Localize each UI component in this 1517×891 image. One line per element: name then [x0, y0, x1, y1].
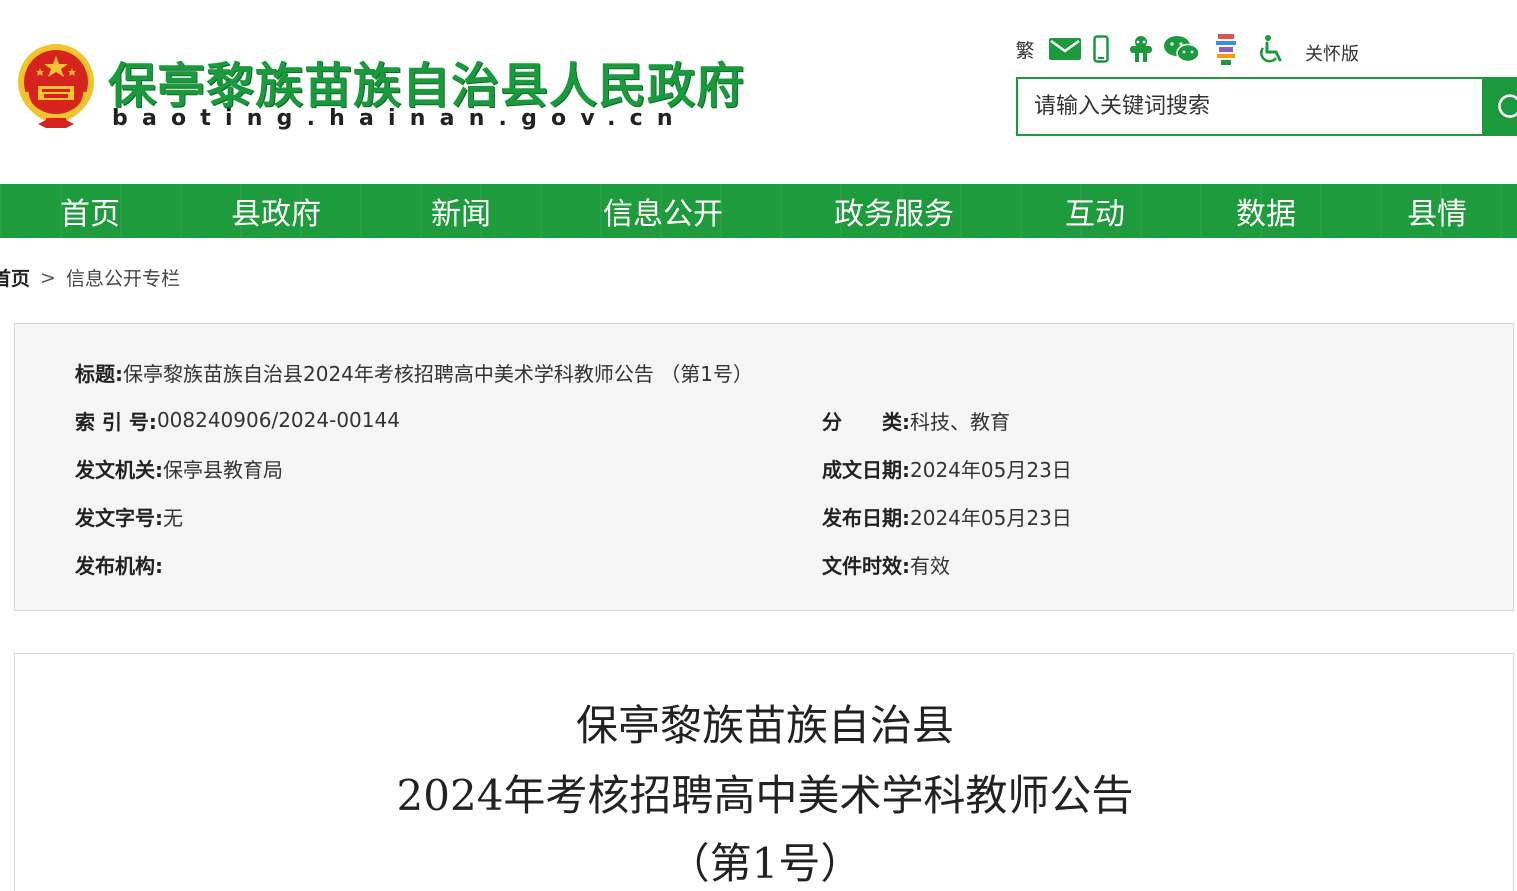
nav-item-news[interactable]: 新闻 — [431, 184, 491, 238]
nav-item-interaction[interactable]: 互动 — [1065, 184, 1125, 238]
breadcrumb-separator: > — [40, 266, 56, 289]
info-index-value: 008240906/2024-00144 — [156, 408, 400, 432]
app-icon[interactable] — [1124, 32, 1158, 66]
info-validity-value: 有效 — [910, 553, 950, 578]
traditional-chinese-link[interactable]: 繁 — [1012, 32, 1038, 66]
info-docno-value: 无 — [163, 505, 183, 530]
info-validity-row: 文件时效: 有效 — [822, 549, 950, 579]
document-info-panel: 标题: 保亭黎族苗族自治县2024年考核招聘高中美术学科教师公告 （第1号） 索… — [14, 323, 1514, 611]
mobile-icon[interactable] — [1090, 32, 1112, 66]
header-tools: 繁 关怀版 — [1012, 32, 1372, 68]
site-header: 保亭黎族苗族自治县人民政府 baoting.hainan.gov.cn 繁 关怀… — [0, 0, 1517, 184]
site-domain: baoting.hainan.gov.cn — [112, 106, 687, 131]
nav-item-county-government[interactable]: 县政府 — [231, 184, 321, 238]
nav-item-information-disclosure[interactable]: 信息公开 — [603, 184, 723, 238]
article-title-line-3: （第1号） — [667, 839, 863, 888]
breadcrumb: 首页 > 信息公开专栏 — [0, 264, 180, 291]
info-category-row: 分 类: 科技、教育 — [822, 405, 1010, 435]
info-category-label: 分 类: — [822, 409, 910, 434]
nav-item-data[interactable]: 数据 — [1236, 184, 1296, 238]
info-index-row: 索 引 号: 008240906/2024-00144 — [75, 405, 400, 435]
info-issuer-label: 发文机关: — [75, 457, 163, 482]
info-validity-label: 文件时效: — [822, 553, 910, 578]
info-index-label: 索 引 号: — [75, 409, 157, 434]
accessibility-icon[interactable] — [1254, 32, 1288, 66]
mail-icon[interactable] — [1048, 32, 1082, 66]
info-title-label: 标题: — [75, 361, 123, 386]
info-created-value: 2024年05月23日 — [910, 457, 1072, 482]
info-issuer-row: 发文机关: 保亭县教育局 — [75, 453, 283, 483]
info-category-value: 科技、教育 — [910, 409, 1010, 434]
info-published-value: 2024年05月23日 — [910, 505, 1072, 530]
article-title-line-1: 保亭黎族苗族自治县 — [575, 701, 954, 750]
info-created-label: 成文日期: — [822, 457, 910, 482]
national-emblem-icon[interactable] — [16, 42, 96, 130]
article-title-line-2: 2024年考核招聘高中美术学科教师公告 — [396, 771, 1134, 820]
info-publisher-row: 发布机构: — [75, 549, 163, 579]
info-title-row: 标题: 保亭黎族苗族自治县2024年考核招聘高中美术学科教师公告 （第1号） — [75, 357, 753, 387]
search-icon — [1498, 93, 1517, 118]
search-button[interactable] — [1482, 77, 1517, 136]
elderly-label: 关怀版 — [1305, 44, 1359, 65]
search-input[interactable] — [1018, 79, 1482, 134]
breadcrumb-home-link[interactable]: 首页 — [0, 264, 30, 291]
main-nav: 首页 县政府 新闻 信息公开 政务服务 互动 数据 县情 — [0, 184, 1517, 238]
wechat-icon[interactable] — [1162, 32, 1202, 66]
info-published-label: 发布日期: — [822, 505, 910, 530]
nav-item-government-services[interactable]: 政务服务 — [834, 184, 954, 238]
search-box — [1016, 77, 1517, 136]
info-docno-label: 发文字号: — [75, 505, 163, 530]
info-publisher-label: 发布机构: — [75, 553, 163, 578]
breadcrumb-current-link[interactable]: 信息公开专栏 — [66, 264, 180, 291]
traditional-label: 繁 — [1015, 39, 1035, 62]
info-docno-row: 发文字号: 无 — [75, 501, 183, 531]
info-title-value: 保亭黎族苗族自治县2024年考核招聘高中美术学科教师公告 （第1号） — [123, 361, 753, 386]
elderly-mode-link[interactable]: 关怀版 — [1300, 36, 1364, 70]
info-published-row: 发布日期: 2024年05月23日 — [822, 501, 1072, 531]
nav-item-home[interactable]: 首页 — [60, 184, 120, 238]
weibo-icon[interactable] — [1212, 32, 1240, 66]
article-content: 保亭黎族苗族自治县 2024年考核招聘高中美术学科教师公告 （第1号） — [14, 653, 1514, 891]
info-issuer-value: 保亭县教育局 — [163, 457, 283, 482]
info-created-row: 成文日期: 2024年05月23日 — [822, 453, 1072, 483]
nav-item-county-profile[interactable]: 县情 — [1407, 184, 1467, 238]
